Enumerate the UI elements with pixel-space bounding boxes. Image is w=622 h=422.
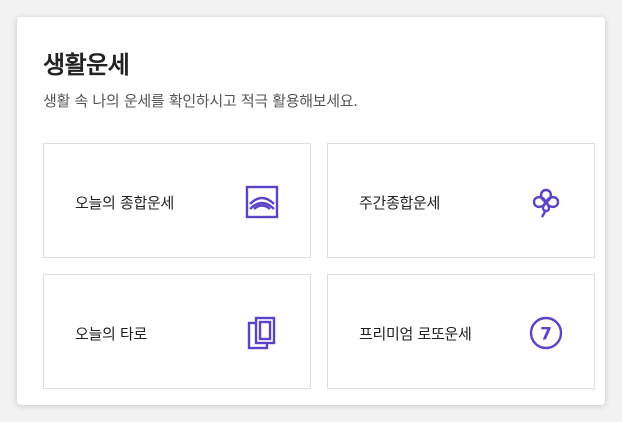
fortune-card: 생활운세 생활 속 나의 운세를 확인하시고 적극 활용해보세요. 오늘의 종합… [17, 17, 605, 405]
tarot-cards-icon [244, 315, 280, 351]
section-subtitle: 생활 속 나의 운세를 확인하시고 적극 활용해보세요. [43, 92, 358, 110]
clover-icon [528, 184, 564, 220]
sunrise-frame-icon [244, 184, 280, 220]
tile-label: 주간종합운세 [359, 194, 441, 212]
tile-label: 프리미엄 로또운세 [359, 325, 472, 343]
premium-lotto-fortune-tile[interactable]: 프리미엄 로또운세 7 [327, 274, 595, 389]
tile-label: 오늘의 타로 [75, 325, 147, 343]
section-title: 생활운세 [43, 51, 130, 79]
tile-label: 오늘의 종합운세 [75, 194, 174, 212]
lotto-number-text: 7 [540, 325, 552, 345]
daily-tarot-tile[interactable]: 오늘의 타로 [43, 274, 311, 389]
number-seven-icon: 7 [528, 315, 564, 351]
weekly-fortune-tile[interactable]: 주간종합운세 [327, 143, 595, 258]
daily-fortune-tile[interactable]: 오늘의 종합운세 [43, 143, 311, 258]
